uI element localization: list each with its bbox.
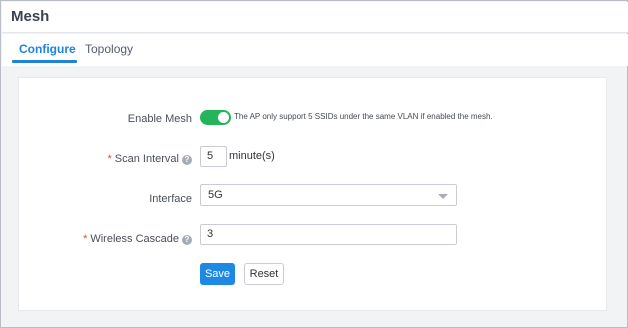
- interface-select[interactable]: 5G: [200, 184, 457, 206]
- scan-interval-label-row: * Scan Interval?: [2, 153, 192, 165]
- wireless-cascade-label: Wireless Cascade: [90, 233, 179, 245]
- question-circle-icon[interactable]: ?: [182, 235, 192, 245]
- wireless-cascade-label-row: * Wireless Cascade?: [2, 233, 192, 245]
- tab-topology[interactable]: Topology: [85, 42, 133, 56]
- enable-mesh-toggle[interactable]: [200, 110, 231, 125]
- required-mark: *: [107, 153, 112, 165]
- scan-interval-label: Scan Interval: [114, 153, 179, 165]
- reset-button[interactable]: Reset: [244, 263, 284, 285]
- question-circle-icon[interactable]: ?: [182, 155, 192, 165]
- toggle-knob: [218, 112, 229, 123]
- interface-label: Interface: [149, 193, 192, 205]
- wireless-cascade-input[interactable]: 3: [200, 224, 457, 245]
- save-button[interactable]: Save: [200, 263, 235, 285]
- scan-interval-unit: minute(s): [229, 150, 275, 162]
- page-title: Mesh: [11, 8, 50, 25]
- mesh-ssid-note: The AP only support 5 SSIDs under the sa…: [234, 112, 493, 121]
- scan-interval-input[interactable]: 5: [200, 146, 227, 167]
- chevron-down-icon: [438, 194, 448, 199]
- required-mark: *: [83, 233, 88, 245]
- tab-configure[interactable]: Configure: [19, 42, 76, 56]
- tab-bar: Configure Topology: [2, 34, 628, 66]
- interface-selected-value: 5G: [208, 189, 223, 201]
- active-tab-indicator: [12, 60, 77, 63]
- page-header: Mesh: [2, 2, 628, 33]
- enable-mesh-label: Enable Mesh: [127, 113, 192, 125]
